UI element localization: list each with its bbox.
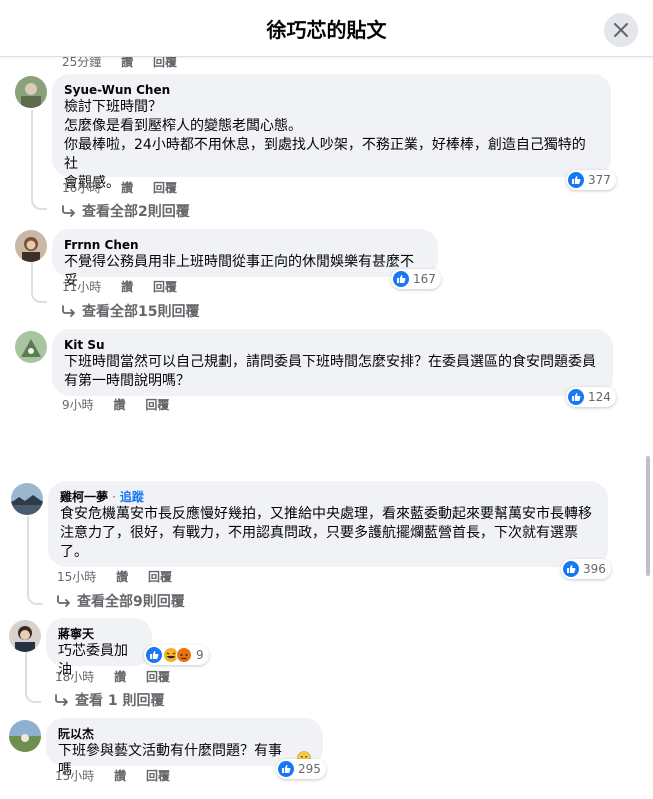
like-action[interactable]: 讚: [116, 570, 128, 584]
reply-arrow-icon: [62, 305, 75, 317]
post-dialog-header: 徐巧芯的貼文: [0, 0, 653, 57]
view-replies-link[interactable]: 查看 1 則回覆: [55, 690, 165, 710]
avatar[interactable]: [15, 76, 47, 108]
reaction-count: 295: [298, 762, 321, 776]
view-replies-link[interactable]: 查看全部15則回覆: [62, 301, 199, 321]
view-replies-link[interactable]: 查看全部2則回覆: [62, 201, 190, 221]
reply-action[interactable]: 回覆: [146, 769, 170, 783]
like-action[interactable]: 讚: [121, 280, 133, 294]
reply-action[interactable]: 回覆: [148, 570, 172, 584]
avatar[interactable]: [15, 230, 47, 262]
page-title: 徐巧芯的貼文: [266, 18, 387, 42]
comment-time[interactable]: 25分鐘: [62, 55, 101, 69]
comment-bubble: 雞柯一夢 · 追蹤 食安危機萬安市長反應慢好幾拍，又推給中央處理，看來藍委動起來…: [48, 481, 608, 567]
close-icon: [614, 23, 628, 37]
comment-actions: 9小時 讚 回覆: [62, 397, 185, 413]
like-action[interactable]: 讚: [121, 181, 133, 195]
reaction-count: 9: [196, 648, 204, 662]
comment-list: 25分鐘 讚 回覆 Syue-Wun Chen 檢討下班時間？ 怎麼像是看到壓榨…: [0, 55, 653, 799]
reply-action[interactable]: 回覆: [146, 670, 170, 684]
reaction-summary[interactable]: 396: [561, 559, 611, 579]
comment-author[interactable]: 雞柯一夢: [60, 490, 108, 504]
comment-author[interactable]: 阮以杰: [58, 726, 311, 742]
reply-arrow-icon: [62, 205, 75, 217]
comment-actions: 15小時 讚 回覆: [55, 768, 186, 784]
comment-text-line: 食安危機萬安市長反應慢好幾拍，又推給中央處理，看來藍委動起來要幫萬安市長轉移: [60, 506, 592, 522]
comment-text-line: 注意力了，很好，有戰力，不用認真問政，只要多護航擺爛藍營首長，下次就有選票: [60, 525, 578, 541]
like-action[interactable]: 讚: [113, 398, 125, 412]
reaction-summary[interactable]: 167: [391, 269, 441, 289]
comment-actions: 18小時 讚 回覆: [55, 669, 186, 685]
reply-arrow-icon: [57, 595, 70, 607]
comment-bubble: Syue-Wun Chen 檢討下班時間？ 怎麼像是看到壓榨人的變態老闆心態。 …: [52, 74, 611, 191]
follow-button[interactable]: 追蹤: [120, 490, 144, 504]
like-action[interactable]: 讚: [114, 769, 126, 783]
reply-action[interactable]: 回覆: [145, 398, 169, 412]
comment-actions: 15小時 讚 回覆: [57, 569, 188, 585]
comment-text-line: 你最棒啦，24小時都不用休息，到處找人吵架，不務正業，好棒棒，創造自己獨特的社: [64, 137, 586, 172]
comment-time[interactable]: 18小時: [55, 670, 94, 684]
comment-time[interactable]: 15小時: [57, 570, 96, 584]
comment-actions: 11小時 讚 回覆: [62, 279, 193, 295]
angry-emoji-icon: [176, 647, 192, 663]
reply-action[interactable]: 回覆: [153, 280, 177, 294]
avatar[interactable]: [11, 483, 43, 515]
thumbs-up-icon: [146, 647, 162, 663]
close-button[interactable]: [604, 13, 638, 47]
view-replies-label: 查看全部15則回覆: [82, 304, 200, 320]
comment-text-line: 有第一時間說明嗎？: [64, 373, 190, 389]
reply-action[interactable]: 回覆: [153, 181, 177, 195]
comment-bubble: 蔣寧天 巧芯委員加油: [46, 618, 152, 678]
comment-text-line: 了。: [60, 544, 88, 560]
comment-bubble: Frrnn Chen 不覺得公務員用非上班時間從事正向的休閒娛樂有甚麼不妥: [52, 229, 438, 289]
scrollbar[interactable]: [646, 456, 650, 576]
comment-author[interactable]: 蔣寧天: [58, 626, 140, 642]
comment-time[interactable]: 15小時: [55, 769, 94, 783]
avatar[interactable]: [9, 620, 41, 652]
view-replies-link[interactable]: 查看全部9則回覆: [57, 591, 185, 611]
thread-line: [31, 262, 33, 291]
comment-author[interactable]: Frrnn Chen: [64, 237, 426, 253]
thread-connector: [31, 198, 47, 210]
comment-bubble: Kit Su 下班時間當然可以自己規劃，請問委員下班時間怎麼安排？在委員選區的食…: [52, 329, 613, 396]
reply-arrow-icon: [55, 694, 68, 706]
thumbs-up-icon: [563, 561, 579, 577]
comment-time[interactable]: 11小時: [62, 280, 101, 294]
reaction-count: 167: [413, 272, 436, 286]
reaction-summary[interactable]: 377: [566, 170, 616, 190]
view-replies-label: 查看全部2則回覆: [82, 204, 190, 220]
avatar[interactable]: [15, 331, 47, 363]
comment-time[interactable]: 16小時: [62, 181, 101, 195]
comment-time[interactable]: 9小時: [62, 398, 94, 412]
thread-line: [27, 516, 29, 593]
thread-line: [25, 652, 27, 691]
view-replies-label: 查看全部9則回覆: [77, 594, 185, 610]
reaction-summary[interactable]: 124: [566, 387, 616, 407]
thumbs-up-icon: [393, 271, 409, 287]
avatar[interactable]: [9, 720, 41, 752]
comment-author[interactable]: Kit Su: [64, 337, 601, 353]
comment-actions: 16小時 讚 回覆: [62, 180, 193, 196]
reply-action[interactable]: 回覆: [153, 55, 177, 69]
comment-text-line: 下班時間當然可以自己規劃，請問委員下班時間怎麼安排？在委員選區的食安問題委員: [64, 354, 596, 370]
comment-text-line: 檢討下班時間？: [64, 99, 162, 115]
thumbs-up-icon: [278, 761, 294, 777]
like-action[interactable]: 讚: [114, 670, 126, 684]
view-replies-label: 查看 1 則回覆: [75, 693, 165, 709]
thumbs-up-icon: [568, 389, 584, 405]
comment-author[interactable]: Syue-Wun Chen: [64, 82, 599, 98]
reaction-summary[interactable]: 295: [276, 759, 326, 779]
comment-text-line: 怎麼像是看到壓榨人的變態老闆心態。: [64, 118, 302, 134]
thread-line: [31, 110, 33, 198]
like-action[interactable]: 讚: [121, 55, 133, 69]
thread-connector: [31, 291, 47, 303]
thread-connector: [25, 691, 41, 703]
reaction-summary[interactable]: 9: [144, 645, 209, 665]
thread-connector: [27, 593, 43, 605]
reaction-count: 377: [588, 173, 611, 187]
thumbs-up-icon: [568, 172, 584, 188]
reaction-count: 396: [583, 562, 606, 576]
reaction-count: 124: [588, 390, 611, 404]
